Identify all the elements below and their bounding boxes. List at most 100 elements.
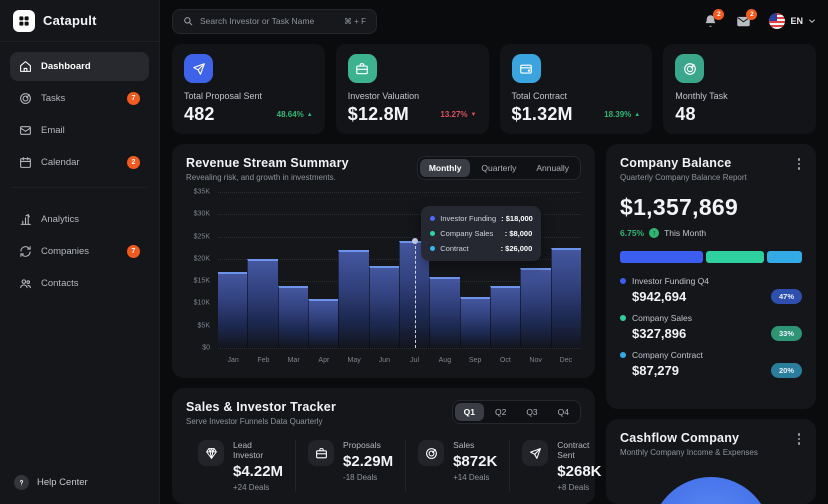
- send-icon: [184, 54, 213, 83]
- tracker-item-deals: +24 Deals: [233, 483, 270, 492]
- revenue-bar-nov[interactable]: [520, 267, 551, 348]
- language-code: EN: [790, 16, 803, 26]
- tab-q3[interactable]: Q3: [517, 403, 546, 421]
- help-center-link[interactable]: Help Center: [10, 475, 149, 490]
- tasks-icon: [19, 92, 32, 105]
- x-tick-label: Oct: [499, 357, 511, 364]
- sidebar-nav-primary: Dashboard Tasks 7 Email Calendar 2: [0, 42, 159, 180]
- sales-investor-tracker-card: Sales & Investor Tracker Serve Investor …: [172, 388, 602, 504]
- catapult-logo-icon: [13, 9, 35, 32]
- x-tick-label: Jan: [227, 357, 239, 364]
- tab-monthly[interactable]: Monthly: [419, 159, 471, 177]
- trend-arrow-icon: ▲: [306, 111, 313, 118]
- us-flag-icon: [769, 13, 786, 29]
- tab-q1[interactable]: Q1: [454, 403, 484, 421]
- revenue-xlabels: Jan Feb Mar Apr May Jun Jul Aug Sep Oct Nov Dec: [218, 348, 581, 366]
- balance-progress-bar: [620, 251, 802, 263]
- revenue-plot: Investor Funding: $18,000 Company Sales: …: [218, 192, 581, 349]
- legend-value: $942,694: [632, 289, 687, 304]
- balance-delta-caption: This Month: [664, 228, 707, 238]
- revenue-bar-jan[interactable]: [218, 272, 248, 348]
- tracker-item-label: Contract Sent: [557, 440, 590, 460]
- tracker-quarter-tabs: Q1 Q2 Q3 Q4: [451, 400, 581, 424]
- stat-cards-row: Total Proposal Sent 482 48.64% ▲ Investo…: [172, 44, 816, 134]
- balance-legend: Investor Funding Q4 $942,694 47% Company…: [620, 276, 802, 378]
- search-bar[interactable]: ⌘ + F: [172, 8, 377, 34]
- stat-value: 482: [184, 104, 215, 124]
- revenue-bar-mar[interactable]: [277, 285, 308, 348]
- revenue-bar-aug[interactable]: [429, 276, 460, 348]
- sidebar-item-label: Contacts: [41, 278, 79, 289]
- stat-label: Total Proposal Sent: [184, 91, 263, 101]
- progress-segment-company-contract: [766, 251, 802, 263]
- stat-card-monthly-task: Monthly Task 48: [663, 44, 816, 134]
- sidebar-item-dashboard[interactable]: Dashboard: [10, 52, 149, 81]
- company-balance-card: Company Balance Quarterly Company Balanc…: [606, 144, 816, 409]
- sidebar-item-label: Calendar: [41, 157, 80, 168]
- revenue-bar-dec[interactable]: [550, 247, 581, 348]
- x-tick-label: Mar: [287, 357, 300, 364]
- tooltip-label: Investor Funding: [440, 214, 497, 224]
- tracker-item-proposals: Proposals $2.29M -18 Deals: [295, 440, 405, 492]
- revenue-bar-feb[interactable]: [247, 258, 278, 348]
- stat-delta: 13.27% ▼: [440, 110, 476, 119]
- kebab-menu-icon[interactable]: [796, 156, 803, 172]
- topbar: ⌘ + F 2 2 EN: [172, 8, 816, 34]
- kebab-menu-icon[interactable]: [796, 431, 803, 447]
- target-icon: [675, 54, 705, 83]
- revenue-bar-sep[interactable]: [459, 296, 490, 348]
- search-icon: [184, 17, 193, 26]
- y-tick-label: $25K: [193, 233, 210, 241]
- stat-card-total-proposal-sent: Total Proposal Sent 482 48.64% ▲: [172, 44, 325, 134]
- sidebar-item-label: Dashboard: [41, 61, 91, 72]
- tab-q2[interactable]: Q2: [486, 403, 515, 421]
- sidebar-item-contacts[interactable]: Contacts: [10, 269, 149, 298]
- sidebar-item-badge: 2: [127, 156, 140, 169]
- trend-up-icon: ↑: [649, 228, 660, 238]
- tab-q4[interactable]: Q4: [549, 403, 578, 421]
- search-shortcut: ⌘ + F: [343, 16, 366, 26]
- revenue-bar-jun[interactable]: [368, 265, 399, 348]
- cashflow-title: Cashflow Company: [620, 431, 740, 445]
- balance-total: $1,357,869: [620, 194, 739, 220]
- messages-button[interactable]: 2: [736, 8, 758, 29]
- stat-delta-value: 18.39%: [604, 110, 632, 119]
- chevron-down-icon: [809, 19, 815, 24]
- search-input[interactable]: [200, 16, 337, 26]
- content-grid: Revenue Stream Summary Revealing risk, a…: [172, 144, 816, 504]
- language-selector[interactable]: EN: [769, 13, 816, 29]
- y-tick-label: $5K: [197, 322, 210, 330]
- legend-dot-icon: [620, 278, 626, 284]
- balance-title: Company Balance: [620, 156, 732, 170]
- tracker-item-sales: Sales $872K +14 Deals: [405, 440, 509, 492]
- progress-segment-company-sales: [705, 251, 764, 263]
- analytics-icon: [19, 213, 32, 226]
- trend-arrow-icon: ▼: [470, 111, 477, 118]
- sidebar-item-tasks[interactable]: Tasks 7: [10, 84, 149, 113]
- revenue-bar-apr[interactable]: [307, 298, 339, 348]
- contacts-icon: [19, 277, 32, 290]
- sidebar-item-email[interactable]: Email: [10, 116, 149, 145]
- sidebar-item-companies[interactable]: Companies 7: [10, 237, 149, 266]
- revenue-bar-oct[interactable]: [489, 285, 521, 348]
- tab-annually[interactable]: Annually: [527, 159, 578, 177]
- balance-legend-company-contract: Company Contract $87,279 20%: [620, 350, 802, 378]
- tracker-item-lead-investor: Lead Investor $4.22M +24 Deals: [186, 440, 295, 492]
- tracker-item-deals: -18 Deals: [343, 473, 378, 482]
- question-icon: [14, 475, 29, 490]
- y-tick-label: $15K: [193, 277, 210, 285]
- notifications-bell-button[interactable]: 2: [703, 8, 725, 29]
- app-window: Catapult Dashboard Tasks 7 Email Calenda…: [0, 0, 828, 504]
- mail-badge: 2: [746, 8, 758, 20]
- legend-dot-icon: [620, 315, 626, 321]
- tracker-title: Sales & Investor Tracker: [186, 400, 337, 414]
- tab-quarterly[interactable]: Quarterly: [472, 159, 525, 177]
- sidebar-item-analytics[interactable]: Analytics: [10, 205, 149, 234]
- stat-value: $1.32M: [511, 104, 573, 124]
- send-icon: [522, 440, 549, 466]
- revenue-bar-may[interactable]: [338, 249, 369, 348]
- x-tick-label: Sep: [468, 357, 482, 364]
- balance-legend-company-sales: Company Sales $327,896 33%: [620, 313, 802, 341]
- sidebar-item-calendar[interactable]: Calendar 2: [10, 148, 149, 177]
- sidebar-item-badge: 7: [127, 245, 140, 258]
